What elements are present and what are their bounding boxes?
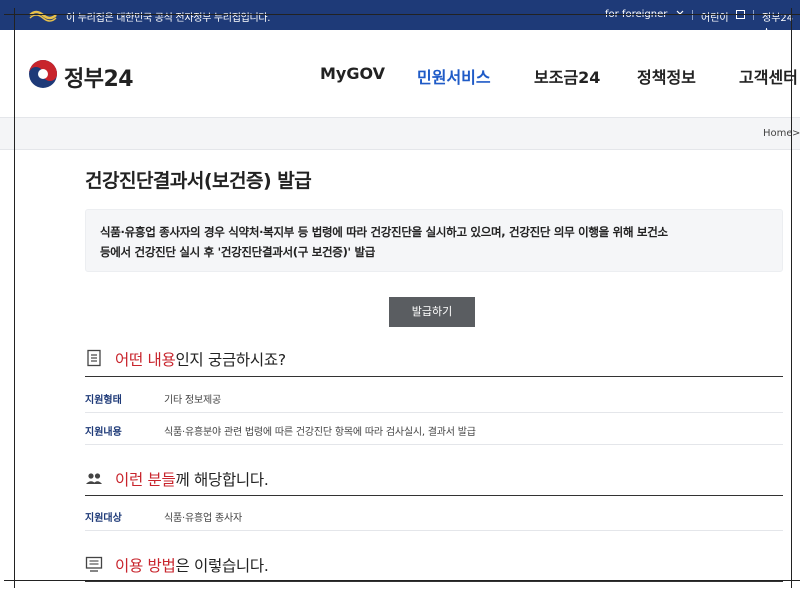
section-highlight: 이런 분들 bbox=[115, 471, 176, 489]
gov-notice: 이 누리집은 대한민국 공식 전자정부 누리집입니다. bbox=[66, 13, 271, 24]
monitor-icon bbox=[85, 556, 103, 572]
row-value: 식품·유흥업 종사자 bbox=[164, 513, 242, 524]
breadcrumb: Home > bbox=[0, 118, 800, 150]
row-label: 지원내용 bbox=[85, 427, 122, 438]
section-what-title: 어떤 내용인지 궁금하시죠? bbox=[115, 348, 286, 370]
section-divider bbox=[85, 495, 783, 496]
nav-mygov[interactable]: MyGOV bbox=[320, 64, 385, 83]
intro-line: 식품·유흥업 종사자의 경우 식약처·복지부 등 법령에 따라 건강진단을 실시… bbox=[100, 225, 668, 239]
section-how-title: 이용 방법은 이렇습니다. bbox=[115, 554, 269, 576]
section-divider bbox=[85, 581, 783, 582]
section-what-header: 어떤 내용인지 궁금하시죠? bbox=[85, 345, 783, 371]
table-row: 지원형태 기타 정보제공 bbox=[85, 381, 783, 413]
gov24-logo-icon[interactable] bbox=[28, 59, 58, 89]
section-title-rest: 인지 궁금하시죠? bbox=[175, 351, 286, 369]
kids-link[interactable]: 어린이 bbox=[701, 9, 729, 24]
section-divider bbox=[85, 376, 783, 377]
people-icon bbox=[86, 473, 102, 484]
intro-text: 식품·유흥업 종사자의 경우 식약처·복지부 등 법령에 따라 건강진단을 실시… bbox=[100, 222, 768, 262]
table-row: 지원내용 식품·유흥분야 관련 법령에 따른 건강진단 항목에 따라 검사실시,… bbox=[85, 413, 783, 445]
logo-text[interactable]: 정부24 bbox=[64, 61, 134, 93]
breadcrumb-home[interactable]: Home bbox=[763, 128, 793, 139]
row-label: 지원대상 bbox=[85, 513, 122, 524]
frame-line bbox=[791, 8, 792, 588]
frame-line bbox=[4, 580, 800, 581]
section-how-header: 이용 방법은 이렇습니다. bbox=[85, 551, 783, 577]
page-title: 건강진단결과서(보건증) 발급 bbox=[85, 170, 312, 192]
document-icon bbox=[87, 349, 101, 367]
nav-subsidy24[interactable]: 보조금24 bbox=[534, 64, 600, 88]
section-who-header: 이런 분들께 해당합니다. bbox=[85, 465, 783, 491]
chevron-down-icon[interactable] bbox=[675, 8, 685, 18]
nav-policy-info[interactable]: 정책정보 bbox=[637, 64, 696, 88]
breadcrumb-arrow-icon: > bbox=[792, 128, 800, 139]
frame-line bbox=[14, 8, 15, 588]
divider bbox=[692, 10, 693, 20]
section-title-rest: 은 이렇습니다. bbox=[175, 557, 269, 575]
section-who-title: 이런 분들께 해당합니다. bbox=[115, 468, 269, 490]
row-value: 식품·유흥분야 관련 법령에 따른 건강진단 항목에 따라 검사실시, 결과서 … bbox=[164, 427, 476, 438]
section-title-rest: 께 해당합니다. bbox=[175, 471, 269, 489]
section-highlight: 이용 방법 bbox=[115, 557, 176, 575]
issue-button[interactable]: 발급하기 bbox=[389, 297, 475, 327]
gov-banner: 이 누리집은 대한민국 공식 전자정부 누리집입니다. for foreigne… bbox=[0, 0, 800, 39]
site-header: 정부24 MyGOV 민원서비스 보조금24 정책정보 고객센터 bbox=[0, 30, 800, 118]
frame-line bbox=[4, 14, 800, 15]
taegeuk-banner-icon bbox=[29, 10, 57, 22]
intro-box: 식품·유흥업 종사자의 경우 식약처·복지부 등 법령에 따라 건강진단을 실시… bbox=[85, 209, 783, 272]
row-value: 기타 정보제공 bbox=[164, 395, 221, 406]
section-highlight: 어떤 내용 bbox=[115, 351, 176, 369]
divider bbox=[753, 10, 754, 20]
nav-customer-center[interactable]: 고객센터 bbox=[739, 64, 798, 88]
row-label: 지원형태 bbox=[85, 395, 122, 406]
intro-line: 등에서 건강진단 실시 후 '건강진단결과서(구 보건증)' 발급 bbox=[100, 245, 376, 259]
nav-civil-service[interactable]: 민원서비스 bbox=[417, 64, 491, 88]
table-row: 지원대상 식품·유흥업 종사자 bbox=[85, 499, 783, 531]
